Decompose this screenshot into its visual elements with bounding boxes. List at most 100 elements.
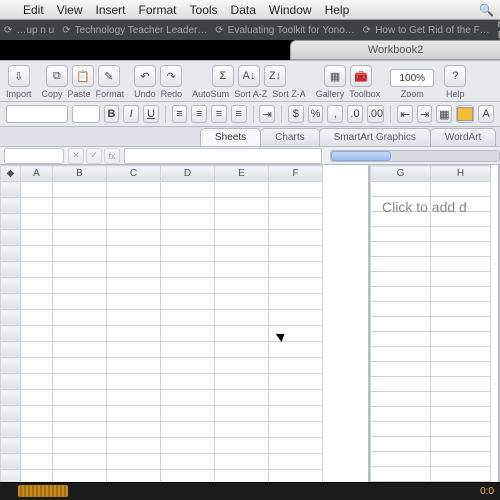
menu-format[interactable]: Format — [139, 3, 177, 17]
indent-increase-button[interactable]: ⇥ — [417, 105, 433, 123]
autosum-button[interactable]: Σ — [212, 65, 234, 87]
video-progress[interactable] — [18, 485, 68, 497]
table-row[interactable] — [1, 454, 323, 470]
menu-data[interactable]: Data — [231, 3, 256, 17]
table-row[interactable] — [1, 214, 323, 230]
table-row[interactable] — [371, 362, 491, 377]
video-controls[interactable]: 0:0 — [0, 482, 500, 500]
align-justify-button[interactable]: ≡ — [231, 105, 247, 123]
table-row[interactable] — [1, 294, 323, 310]
table-row[interactable] — [1, 342, 323, 358]
align-left-button[interactable]: ≡ — [172, 105, 188, 123]
col-header[interactable]: A — [21, 166, 53, 182]
toolbox-button[interactable]: 🧰 — [350, 65, 372, 87]
copy-button[interactable]: ⧉ — [46, 65, 68, 87]
table-row[interactable] — [1, 326, 323, 342]
sort-za-button[interactable]: Z↓ — [264, 65, 286, 87]
horizontal-scrollbar[interactable] — [330, 150, 500, 162]
table-row[interactable] — [371, 257, 491, 272]
menu-edit[interactable]: Edit — [23, 3, 44, 17]
table-row[interactable] — [371, 227, 491, 242]
redo-button[interactable]: ↷ — [160, 65, 182, 87]
browser-tab[interactable]: ⟳ How to Get Rid of the F… — [363, 25, 490, 36]
import-button[interactable]: ⇩ — [8, 65, 30, 87]
table-row[interactable] — [371, 452, 491, 467]
paste-button[interactable]: 📋 — [72, 65, 94, 87]
table-row[interactable] — [1, 422, 323, 438]
font-size-select[interactable] — [72, 105, 100, 123]
comma-button[interactable]: , — [327, 105, 343, 123]
ribbon-tab-smartart[interactable]: SmartArt Graphics — [319, 128, 431, 146]
gallery-button[interactable]: ▦ — [324, 65, 346, 87]
menu-insert[interactable]: Insert — [95, 3, 125, 17]
table-row[interactable] — [371, 317, 491, 332]
table-row[interactable] — [1, 374, 323, 390]
table-row[interactable] — [1, 310, 323, 326]
placeholder-hint[interactable]: Click to add d — [382, 199, 498, 215]
table-row[interactable] — [1, 198, 323, 214]
col-header[interactable]: E — [215, 166, 269, 182]
scrollbar-thumb[interactable] — [331, 151, 391, 161]
table-row[interactable] — [371, 422, 491, 437]
font-color-button[interactable]: A — [478, 105, 494, 123]
menu-help[interactable]: Help — [325, 3, 350, 17]
increase-decimal-button[interactable]: .00 — [367, 105, 384, 123]
currency-button[interactable]: $ — [288, 105, 304, 123]
italic-button[interactable]: I — [123, 105, 139, 123]
table-row[interactable] — [371, 407, 491, 422]
fx-button[interactable]: fx — [104, 148, 120, 164]
cancel-formula-button[interactable]: ✕ — [68, 148, 84, 164]
table-row[interactable] — [371, 302, 491, 317]
col-header[interactable]: F — [269, 166, 323, 182]
format-painter-button[interactable]: ✎ — [98, 65, 120, 87]
browser-tab[interactable]: ⟳ …up n u — [4, 25, 54, 36]
table-row[interactable] — [1, 182, 323, 198]
ribbon-tab-charts[interactable]: Charts — [260, 128, 319, 146]
table-row[interactable] — [371, 392, 491, 407]
menu-view[interactable]: View — [57, 3, 83, 17]
select-all-corner[interactable]: ◆ — [1, 166, 21, 182]
ribbon-tab-wordart[interactable]: WordArt — [430, 128, 497, 146]
col-header[interactable]: D — [161, 166, 215, 182]
bold-button[interactable]: B — [104, 105, 120, 123]
table-row[interactable] — [1, 406, 323, 422]
spreadsheet-grid[interactable]: ◆ A B C D E F — [0, 165, 323, 482]
table-row[interactable] — [371, 242, 491, 257]
font-family-select[interactable] — [6, 105, 68, 123]
col-header[interactable]: C — [107, 166, 161, 182]
percent-button[interactable]: % — [308, 105, 324, 123]
merge-button[interactable]: ⇥ — [259, 105, 275, 123]
table-row[interactable] — [371, 287, 491, 302]
table-row[interactable] — [1, 230, 323, 246]
table-row[interactable] — [1, 262, 323, 278]
menu-tools[interactable]: Tools — [190, 3, 218, 17]
col-header[interactable]: G — [371, 166, 431, 182]
fill-color-button[interactable] — [456, 105, 474, 123]
table-row[interactable] — [1, 278, 323, 294]
table-row[interactable] — [371, 347, 491, 362]
underline-button[interactable]: U — [143, 105, 159, 123]
ribbon-tab-sheets[interactable]: Sheets — [200, 128, 261, 146]
menu-window[interactable]: Window — [269, 3, 312, 17]
browser-tab[interactable]: ⟳ Evaluating Toolkit for Yono… — [215, 25, 355, 36]
table-row[interactable] — [371, 437, 491, 452]
table-row[interactable] — [371, 377, 491, 392]
zoom-select[interactable]: 100% — [390, 69, 434, 87]
undo-button[interactable]: ↶ — [134, 65, 156, 87]
table-row[interactable] — [371, 332, 491, 347]
sort-az-button[interactable]: A↓ — [238, 65, 260, 87]
table-row[interactable] — [371, 272, 491, 287]
table-row[interactable] — [371, 182, 491, 197]
grid-right-pane[interactable]: G H — [370, 165, 500, 482]
grid-left-pane[interactable]: ◆ A B C D E F — [0, 165, 370, 482]
table-row[interactable] — [1, 358, 323, 374]
window-titlebar[interactable]: Workbook2 — [290, 40, 500, 60]
decrease-decimal-button[interactable]: .0 — [347, 105, 363, 123]
table-row[interactable] — [1, 246, 323, 262]
spotlight-icon[interactable]: 🔍 — [479, 3, 494, 17]
browser-tab[interactable]: ⟳ Technology Teacher Leader… — [62, 25, 207, 36]
table-row[interactable] — [371, 467, 491, 482]
align-right-button[interactable]: ≡ — [211, 105, 227, 123]
help-button[interactable]: ? — [444, 65, 466, 87]
col-header[interactable]: H — [431, 166, 491, 182]
